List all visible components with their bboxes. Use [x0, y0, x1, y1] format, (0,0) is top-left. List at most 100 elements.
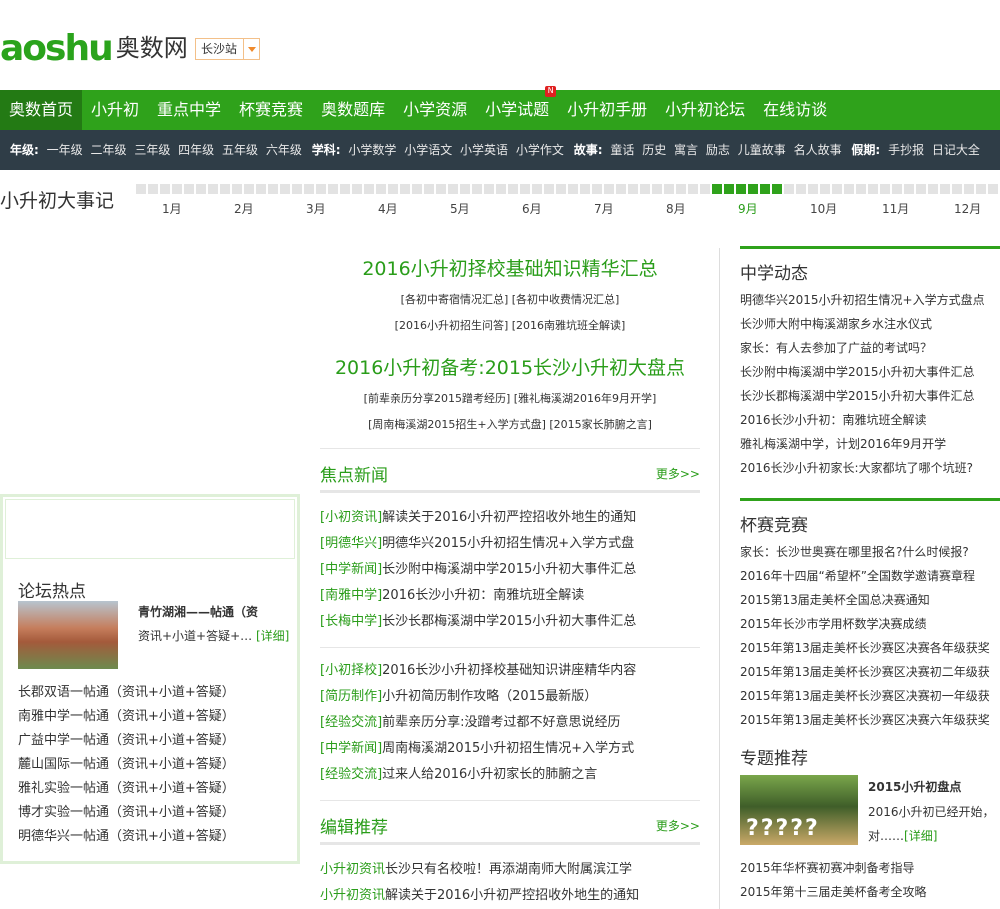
list-item[interactable]: [经验交流]前辈亲历分享:没蹭考过都不好意思说经历 [320, 710, 700, 736]
headline-link[interactable]: [各初中寄宿情况汇总] [401, 293, 509, 306]
timeline-month[interactable]: 3月 [306, 200, 326, 217]
timeline-month[interactable]: 4月 [378, 200, 398, 217]
news-tag[interactable]: [中学新闻] [320, 562, 382, 577]
headline-link[interactable]: [2015家长肺腑之言] [549, 418, 652, 431]
news-tag[interactable]: [小初择校] [320, 663, 382, 678]
list-item[interactable]: [简历制作]小升初简历制作攻略（2015最新版） [320, 684, 700, 710]
timeline-month[interactable]: 1月 [162, 200, 182, 217]
list-item[interactable]: 2015年第13届走美杯长沙赛区决赛各年级获奖 [740, 636, 1000, 660]
list-item[interactable]: 雅礼实验一帖通（资讯+小道+答疑） [18, 777, 235, 801]
news-text[interactable]: 明德华兴2015小升初招生情况+入学方式盘 [382, 536, 634, 551]
list-item[interactable]: 小升初资讯解读关于2016小升初严控招收外地生的通知 [320, 883, 700, 909]
nav-item-question-bank[interactable]: 奥数题库 [312, 90, 394, 130]
forum-thumbnail[interactable] [18, 601, 118, 669]
headline-link[interactable]: [各初中收费情况汇总] [512, 293, 620, 306]
list-item[interactable]: 2015第13届走美杯全国总决赛通知 [740, 588, 1000, 612]
grade-link[interactable]: 四年级 [178, 143, 214, 157]
timeline-month[interactable]: 6月 [522, 200, 542, 217]
headline-title[interactable]: 2016小升初备考:2015长沙小升初大盘点 [320, 353, 700, 380]
grade-link[interactable]: 二年级 [90, 143, 126, 157]
news-text[interactable]: 小升初简历制作攻略（2015最新版） [382, 689, 597, 704]
news-text[interactable]: 前辈亲历分享:没蹭考过都不好意思说经历 [382, 715, 620, 730]
grade-link[interactable]: 三年级 [134, 143, 170, 157]
forum-thumb-title[interactable]: 青竹湖湘——帖通（资 [138, 603, 258, 620]
news-tag[interactable]: [南雅中学] [320, 588, 382, 603]
news-text[interactable]: 长沙只有名校啦！再添湖南师大附属滨江学 [385, 862, 632, 877]
headline-link[interactable]: [周南梅溪湖2015招生+入学方式盘] [368, 418, 546, 431]
story-link[interactable]: 历史 [642, 143, 666, 157]
subject-link[interactable]: 小学作文 [516, 143, 564, 157]
site-logo[interactable]: aoshu 奥数网 [0, 28, 188, 69]
timeline-month[interactable]: 7月 [594, 200, 614, 217]
holiday-link[interactable]: 手抄报 [888, 143, 924, 157]
list-item[interactable]: 2015年第13届走美杯长沙赛区决赛六年级获奖 [740, 708, 1000, 732]
news-text[interactable]: 过来人给2016小升初家长的肺腑之言 [382, 767, 597, 782]
news-text[interactable]: 2016长沙小升初：南雅坑班全解读 [382, 588, 584, 603]
list-item[interactable]: 广益中学一帖通（资讯+小道+答疑） [18, 729, 235, 753]
list-item[interactable]: 2015年第13届走美杯长沙赛区决赛初二年级获 [740, 660, 1000, 684]
news-tag[interactable]: [长梅中学] [320, 614, 382, 629]
nav-item-key-schools[interactable]: 重点中学 [148, 90, 230, 130]
list-item[interactable]: 长郡双语一帖通（资讯+小道+答疑） [18, 681, 235, 705]
list-item[interactable]: [小初资讯]解读关于2016小升初严控招收外地生的通知 [320, 505, 700, 531]
news-tag[interactable]: [简历制作] [320, 689, 382, 704]
list-item[interactable]: 2016年十四届“希望杯”全国数学邀请赛章程 [740, 564, 1000, 588]
story-link[interactable]: 童话 [610, 143, 634, 157]
news-tag[interactable]: [小初资讯] [320, 510, 382, 525]
list-item[interactable]: 家长：长沙世奥赛在哪里报名?什么时候报? [740, 540, 1000, 564]
list-item[interactable]: 长沙长郡梅溪湖中学2015小升初大事件汇总 [740, 384, 1000, 408]
news-text[interactable]: 解读关于2016小升初严控招收外地生的通知 [385, 888, 639, 903]
list-item[interactable]: [小初择校]2016长沙小升初择校基础知识讲座精华内容 [320, 658, 700, 684]
grade-link[interactable]: 一年级 [47, 143, 83, 157]
grade-link[interactable]: 五年级 [222, 143, 258, 157]
list-item[interactable]: 2016长沙小升初：南雅坑班全解读 [740, 408, 1000, 432]
list-item[interactable]: 家长：有人去参加了广益的考试吗？ [740, 336, 1000, 360]
nav-item-handbook[interactable]: 小升初手册 [558, 90, 656, 130]
headline-link[interactable]: [2016小升初招生问答] [395, 319, 509, 332]
news-text[interactable]: 解读关于2016小升初严控招收外地生的通知 [382, 510, 636, 525]
list-item[interactable]: [长梅中学]长沙长郡梅溪湖中学2015小升初大事件汇总 [320, 609, 700, 635]
list-item[interactable]: [中学新闻]长沙附中梅溪湖中学2015小升初大事件汇总 [320, 557, 700, 583]
list-item[interactable]: 博才实验一帖通（资讯+小道+答疑） [18, 801, 235, 825]
news-text[interactable]: 长沙附中梅溪湖中学2015小升初大事件汇总 [382, 562, 636, 577]
timeline-month[interactable]: 5月 [450, 200, 470, 217]
list-item[interactable]: [明德华兴]明德华兴2015小升初招生情况+入学方式盘 [320, 531, 700, 557]
timeline-month[interactable]: 2月 [234, 200, 254, 217]
list-item[interactable]: 2015年第13届走美杯长沙赛区决赛初一年级获 [740, 684, 1000, 708]
timeline-month[interactable]: 12月 [954, 200, 981, 217]
timeline-month[interactable]: 9月 [738, 200, 758, 217]
headline-link[interactable]: [雅礼梅溪湖2016年9月开学] [514, 392, 657, 405]
story-link[interactable]: 励志 [706, 143, 730, 157]
detail-link[interactable]: [详细] [904, 829, 937, 843]
topic-image[interactable] [740, 775, 858, 845]
news-text[interactable]: 周南梅溪湖2015小升初招生情况+入学方式 [382, 741, 634, 756]
nav-item-interviews[interactable]: 在线访谈 [754, 90, 836, 130]
story-link[interactable]: 寓言 [674, 143, 698, 157]
news-tag[interactable]: 小升初资讯 [320, 888, 385, 903]
list-item[interactable]: 南雅中学一帖通（资讯+小道+答疑） [18, 705, 235, 729]
list-item[interactable]: 2015年长沙市学用杯数学决赛成绩 [740, 612, 1000, 636]
timeline-month[interactable]: 8月 [666, 200, 686, 217]
list-item[interactable]: [南雅中学]2016长沙小升初：南雅坑班全解读 [320, 583, 700, 609]
nav-item-forum[interactable]: 小升初论坛 [656, 90, 754, 130]
topic-card-title[interactable]: 2015小升初盘点 [868, 778, 961, 795]
list-item[interactable]: 2015年第十三届走美杯备考全攻略 [740, 880, 1000, 904]
nav-item-contests[interactable]: 杯赛竞赛 [230, 90, 312, 130]
city-selector[interactable]: 长沙站 [195, 38, 261, 60]
list-item[interactable]: 2016长沙小升初家长:大家都坑了哪个坑班? [740, 456, 1000, 480]
holiday-link[interactable]: 日记大全 [932, 143, 980, 157]
grade-link[interactable]: 六年级 [266, 143, 302, 157]
list-item[interactable]: 2015年华杯赛初赛冲刺备考指导 [740, 856, 1000, 880]
list-item[interactable]: 明德华兴一帖通（资讯+小道+答疑） [18, 825, 235, 849]
list-item[interactable]: 明德华兴2015小升初招生情况+入学方式盘点 [740, 288, 1000, 312]
list-item[interactable]: 麓山国际一帖通（资讯+小道+答疑） [18, 753, 235, 777]
news-tag[interactable]: [明德华兴] [320, 536, 382, 551]
list-item[interactable]: [经验交流]过来人给2016小升初家长的肺腑之言 [320, 762, 700, 788]
headline-link[interactable]: [2016南雅坑班全解读] [512, 319, 626, 332]
list-item[interactable]: 长沙附中梅溪湖中学2015小升初大事件汇总 [740, 360, 1000, 384]
news-tag[interactable]: [经验交流] [320, 767, 382, 782]
story-link[interactable]: 名人故事 [794, 143, 842, 157]
detail-link[interactable]: [详细] [256, 629, 289, 643]
headline-link[interactable]: [前辈亲历分享2015蹭考经历] [364, 392, 511, 405]
nav-item-primary-exams[interactable]: 小学试题 N [476, 86, 558, 130]
